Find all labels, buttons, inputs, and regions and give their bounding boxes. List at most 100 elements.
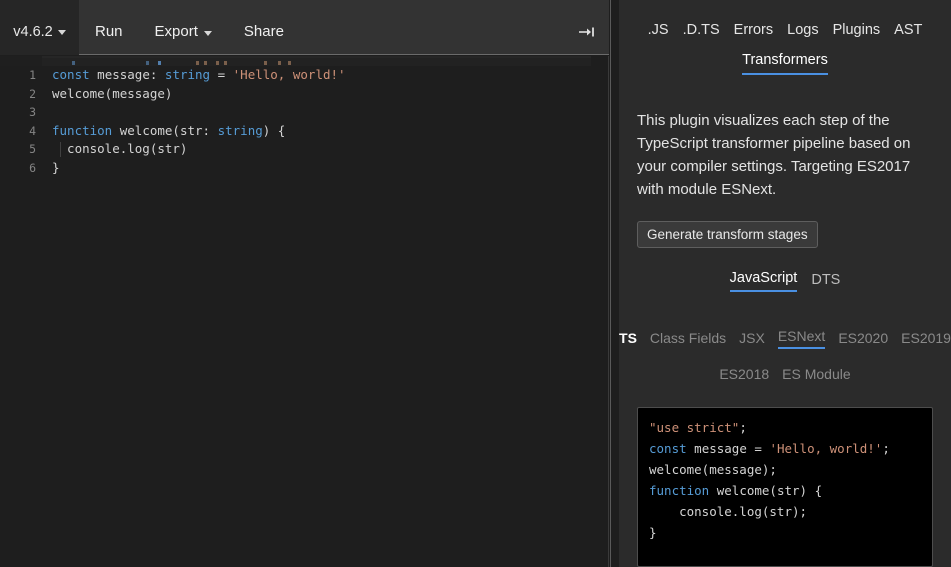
minimap-tick	[264, 61, 267, 65]
share-label: Share	[244, 23, 284, 40]
run-label: Run	[95, 23, 123, 40]
sidebar-tab-js[interactable]: .JS	[648, 22, 669, 38]
minimap-tick	[224, 61, 227, 65]
code-token: welcome(str	[112, 123, 202, 138]
output-tab-javascript[interactable]: JavaScript	[730, 270, 798, 292]
output-tab-dts[interactable]: DTS	[811, 272, 840, 292]
line-text: }	[52, 159, 60, 178]
tab-transformers[interactable]: Transformers	[742, 52, 828, 75]
output-code-line: }	[649, 522, 921, 543]
export-label: Export	[155, 23, 198, 40]
minimap-tick	[196, 61, 199, 65]
code-token: 'Hello, world!'	[233, 67, 346, 82]
minimap-tick	[72, 61, 75, 65]
minimap-tick	[278, 61, 281, 65]
sidebar-pane: .JS .D.TS Errors Logs Plugins AST Transformer…	[619, 0, 951, 567]
code-editor[interactable]: 1const message: string = 'Hello, world!'…	[0, 56, 609, 567]
transform-output-code: "use strict";const message = 'Hello, wor…	[637, 407, 933, 567]
run-button[interactable]: Run	[79, 9, 139, 55]
code-token: string	[165, 67, 210, 82]
code-line[interactable]: 2 welcome(message)	[0, 85, 609, 104]
minimap-tick	[288, 61, 291, 65]
code-line[interactable]: 3	[0, 103, 609, 122]
transform-stage-row-2: ES2018 ES Module	[619, 366, 951, 385]
code-token: ;	[739, 420, 747, 435]
code-token: }	[649, 525, 657, 540]
line-number: 5	[0, 140, 36, 159]
code-lines[interactable]: 1const message: string = 'Hello, world!'…	[0, 66, 609, 567]
share-button[interactable]: Share	[228, 9, 300, 55]
transform-stage-es2019[interactable]: ES2019	[901, 330, 951, 349]
line-number: 3	[0, 103, 36, 122]
arrow-to-bar-right-icon	[578, 25, 596, 39]
transform-stage-es-module[interactable]: ES Module	[782, 366, 850, 385]
sidebar-tab-errors[interactable]: Errors	[734, 22, 773, 38]
sidebar-tab-d-ts[interactable]: .D.TS	[683, 22, 720, 38]
minimap-gutter	[0, 56, 42, 66]
transform-stage-esnext[interactable]: ESNext	[778, 328, 825, 349]
code-line[interactable]: 4 function welcome(str: string) {	[0, 122, 609, 141]
code-token: welcome(str) {	[709, 483, 822, 498]
code-token: welcome(message);	[649, 462, 777, 477]
minimap-tick	[216, 61, 219, 65]
output-code-line: welcome(message);	[649, 459, 921, 480]
code-token: const	[52, 67, 90, 82]
code-token: =	[210, 67, 233, 82]
sidebar-tabs: .JS .D.TS Errors Logs Plugins AST	[619, 0, 951, 38]
transform-stage-ts[interactable]: TS	[619, 330, 637, 349]
output-code-line: function welcome(str) {	[649, 480, 921, 501]
code-token: console.log(str);	[649, 504, 807, 519]
main-toolbar: v4.6.2 Run Export Share	[0, 9, 609, 55]
line-number: 2	[0, 85, 36, 104]
generate-transform-stages-button[interactable]: Generate transform stages	[637, 221, 818, 248]
code-token: message	[90, 67, 150, 82]
code-line[interactable]: 5 console.log(str)	[0, 140, 609, 159]
code-token: 'Hello, world!'	[769, 441, 882, 456]
divider-line	[610, 0, 611, 567]
transform-stage-es2020[interactable]: ES2020	[838, 330, 888, 349]
code-token: message =	[687, 441, 770, 456]
sidebar-tab-plugins[interactable]: Plugins	[833, 22, 881, 38]
minimap-tick	[146, 61, 149, 65]
version-selector[interactable]: v4.6.2	[0, 9, 79, 55]
sidebar-tab-logs[interactable]: Logs	[787, 22, 818, 38]
collapse-sidebar-button[interactable]	[565, 9, 609, 55]
code-token: ;	[882, 441, 890, 456]
chevron-down-icon	[204, 31, 212, 36]
minimap-tick	[158, 61, 161, 65]
code-token: }	[52, 160, 60, 175]
line-text: welcome(message)	[52, 85, 172, 104]
transform-stage-es2018[interactable]: ES2018	[719, 366, 769, 385]
line-text: const message: string = 'Hello, world!'	[52, 66, 346, 85]
version-label: v4.6.2	[13, 24, 53, 40]
output-code-line: const message = 'Hello, world!';	[649, 438, 921, 459]
typescript-playground: v4.6.2 Run Export Share	[0, 0, 951, 567]
minimap-tick	[204, 61, 207, 65]
code-token: string	[218, 123, 263, 138]
line-text: function welcome(str: string) {	[52, 122, 285, 141]
output-format-tabs: JavaScript DTS	[619, 270, 951, 292]
export-menu[interactable]: Export	[139, 9, 228, 55]
plugin-title-row: Transformers	[619, 52, 951, 75]
transform-stage-class-fields[interactable]: Class Fields	[650, 330, 726, 349]
pane-divider[interactable]	[609, 0, 619, 567]
transform-stage-jsx[interactable]: JSX	[739, 330, 765, 349]
chevron-down-icon	[58, 30, 66, 35]
plugin-description: This plugin visualizes each step of the …	[637, 109, 933, 201]
output-code-line: console.log(str);	[649, 501, 921, 522]
editor-right-edge	[591, 56, 609, 567]
line-number: 4	[0, 122, 36, 141]
code-token: function	[52, 123, 112, 138]
code-token: :	[203, 123, 218, 138]
line-text: console.log(str)	[52, 140, 187, 159]
code-token: "use strict"	[649, 420, 739, 435]
code-line[interactable]: 1const message: string = 'Hello, world!'	[0, 66, 609, 85]
code-token: console.log(str)	[52, 141, 187, 156]
code-token: :	[150, 67, 165, 82]
code-line[interactable]: 6}	[0, 159, 609, 178]
code-token: ) {	[263, 123, 286, 138]
minimap-body	[42, 58, 591, 66]
window-top-strip-left	[0, 0, 79, 9]
editor-minimap[interactable]	[0, 56, 609, 66]
sidebar-tab-ast[interactable]: AST	[894, 22, 922, 38]
